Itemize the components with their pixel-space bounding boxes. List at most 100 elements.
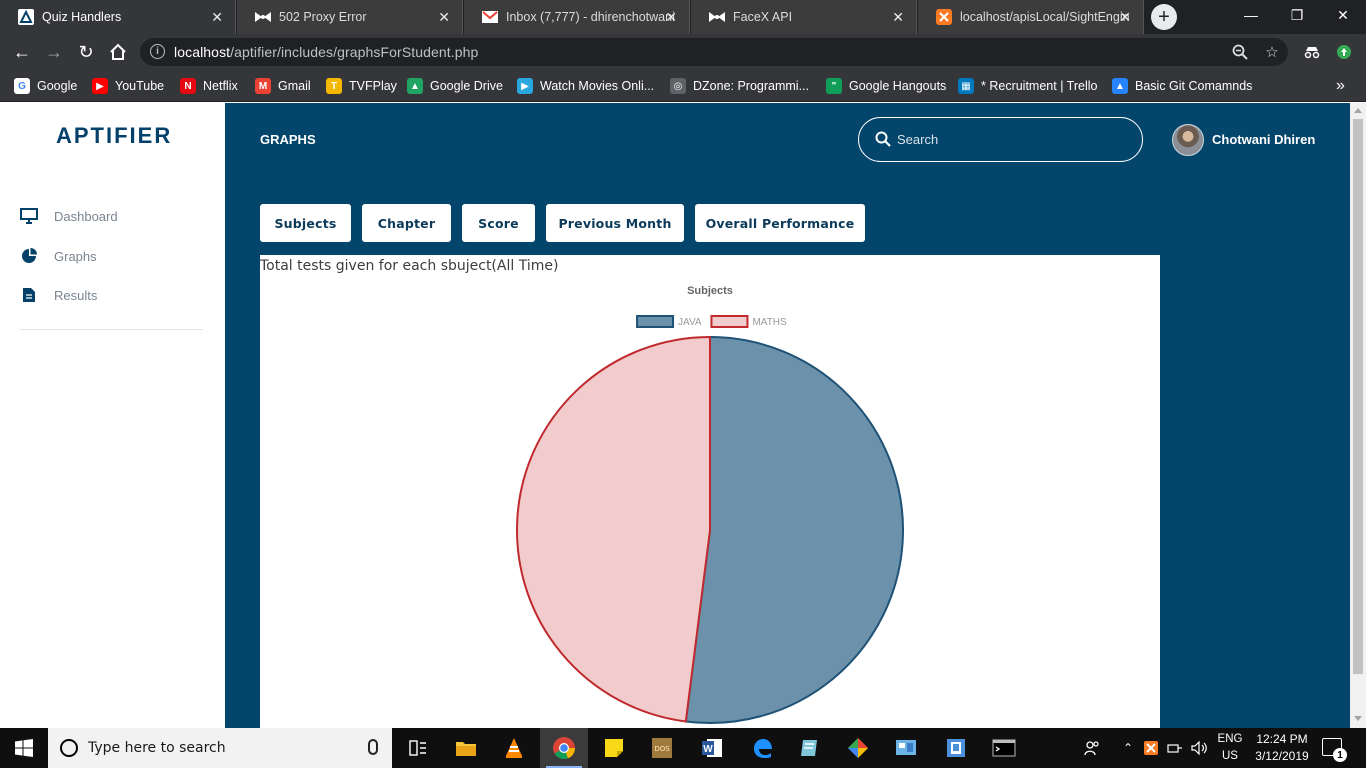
word-app[interactable]: W	[688, 728, 736, 768]
incognito-extension-button[interactable]	[1300, 40, 1324, 64]
system-clock[interactable]: 12:24 PM 3/12/2019	[1246, 731, 1318, 765]
incognito-icon	[1304, 47, 1320, 59]
taskbar-search[interactable]: Type here to search	[48, 728, 392, 768]
restore-button[interactable]: ❐	[1274, 0, 1320, 30]
main-content: GRAPHS Chotwani Dhiren Subjects Chapter …	[225, 103, 1350, 728]
browser-tab-strip: Quiz Handlers ✕ 502 Proxy Error ✕ Inbox …	[0, 0, 1366, 34]
edge-icon	[754, 739, 772, 758]
reload-button[interactable]: ↻	[74, 40, 98, 64]
sidebar-divider	[20, 329, 203, 330]
previous-month-button[interactable]: Previous Month	[546, 204, 684, 242]
sidebar-item-graphs[interactable]: Graphs	[20, 244, 97, 268]
page-scrollbar[interactable]	[1350, 103, 1366, 728]
chapter-button[interactable]: Chapter	[362, 204, 451, 242]
scroll-thumb[interactable]	[1353, 119, 1363, 674]
network-icon	[1167, 744, 1182, 753]
tab-facex-api[interactable]: FaceX API ✕	[691, 0, 917, 34]
bookmark-google-hangouts[interactable]: " Google Hangouts	[826, 70, 946, 102]
sidebar-item-dashboard[interactable]: Dashboard	[20, 204, 118, 228]
language-indicator[interactable]: ENG US	[1214, 731, 1246, 765]
xampp-tray-button[interactable]	[1140, 728, 1162, 768]
file-explorer-app[interactable]	[442, 728, 490, 768]
command-prompt-app[interactable]	[980, 728, 1028, 768]
bowtie-icon	[255, 9, 271, 25]
tab-localhost-sightengine[interactable]: localhost/apisLocal/SightEngin ✕	[918, 0, 1144, 34]
task-view-button[interactable]	[394, 728, 442, 768]
bookmark-recruitment-trello[interactable]: ▦ * Recruitment | Trello	[958, 70, 1097, 102]
zoom-icon[interactable]	[1230, 42, 1250, 62]
legend-swatch-maths[interactable]	[710, 315, 749, 328]
bookmark-google[interactable]: G Google	[14, 70, 77, 102]
overall-performance-button[interactable]: Overall Performance	[695, 204, 865, 242]
info-icon[interactable]: i	[150, 44, 165, 59]
tab-title: 502 Proxy Error	[279, 10, 367, 24]
bookmark-dzone-programmi[interactable]: ◎ DZone: Programmi...	[670, 70, 809, 102]
pie-slice-maths[interactable]	[516, 336, 711, 723]
volume-button[interactable]	[1188, 728, 1212, 768]
tab-502-proxy-error[interactable]: 502 Proxy Error ✕	[237, 0, 463, 34]
windows-logo-icon	[15, 739, 33, 757]
aptifier-logo-icon	[18, 9, 34, 25]
microphone-icon[interactable]	[368, 739, 378, 755]
close-icon[interactable]: ✕	[1119, 9, 1131, 26]
scroll-down-icon[interactable]	[1354, 716, 1362, 721]
app-logo[interactable]: APTIFIER	[56, 123, 172, 149]
legend-swatch-java[interactable]	[636, 315, 675, 328]
dosbox-app[interactable]: DOS	[638, 728, 686, 768]
plus-icon: +	[1158, 6, 1170, 28]
new-tab-button[interactable]: +	[1151, 4, 1177, 30]
control-panel-app[interactable]	[882, 728, 930, 768]
play-circle-icon: ▶	[517, 78, 533, 94]
forward-button[interactable]: →	[42, 40, 66, 64]
generic-app[interactable]	[932, 728, 980, 768]
bookmark-netflix[interactable]: N Netflix	[180, 70, 238, 102]
hangouts-icon: "	[826, 78, 842, 94]
score-button[interactable]: Score	[462, 204, 535, 242]
avatar[interactable]	[1172, 124, 1204, 156]
scroll-up-icon[interactable]	[1354, 108, 1362, 113]
sidebar-item-label: Results	[54, 287, 98, 303]
bookmark-label: Google	[37, 79, 78, 93]
sticky-notes-app[interactable]	[590, 728, 638, 768]
bookmark-basic-git-comamnds[interactable]: ▲ Basic Git Comamnds	[1112, 70, 1252, 102]
tab-quiz-handlers[interactable]: Quiz Handlers ✕	[0, 0, 236, 34]
close-icon[interactable]: ✕	[665, 9, 677, 26]
search-box[interactable]	[858, 117, 1143, 162]
notes-app[interactable]	[786, 728, 834, 768]
edge-app[interactable]	[738, 728, 786, 768]
people-button[interactable]	[1080, 728, 1104, 768]
close-icon[interactable]: ✕	[892, 9, 904, 26]
tab-gmail-inbox[interactable]: Inbox (7,777) - dhirenchotwani ✕	[464, 0, 690, 34]
close-window-button[interactable]: ✕	[1320, 0, 1366, 30]
cortana-icon	[60, 739, 78, 757]
home-button[interactable]	[106, 40, 130, 64]
user-name[interactable]: Chotwani Dhiren	[1212, 132, 1315, 147]
minimize-button[interactable]: —	[1228, 0, 1274, 30]
tab-title: Inbox (7,777) - dhirenchotwani	[506, 10, 675, 24]
pie-slice-java[interactable]	[684, 336, 904, 724]
more-bookmarks-button[interactable]: »	[1336, 70, 1345, 102]
git-app[interactable]	[834, 728, 882, 768]
extension-button[interactable]	[1332, 40, 1356, 64]
sidebar-item-results[interactable]: Results	[20, 283, 97, 307]
star-icon[interactable]: ☆	[1262, 42, 1282, 62]
speaker-icon	[1191, 741, 1207, 755]
close-icon[interactable]: ✕	[211, 9, 223, 26]
back-button[interactable]: ←	[10, 40, 34, 64]
chrome-app[interactable]	[540, 728, 588, 768]
close-icon[interactable]: ✕	[438, 9, 450, 26]
start-button[interactable]	[0, 728, 48, 768]
vlc-app[interactable]	[490, 728, 538, 768]
show-hidden-icons-button[interactable]: ⌃	[1119, 728, 1137, 768]
bookmark-gmail[interactable]: M Gmail	[255, 70, 311, 102]
network-button[interactable]	[1164, 728, 1186, 768]
bookmark-youtube[interactable]: ▶ YouTube	[92, 70, 164, 102]
bookmark-tvfplay[interactable]: T TVFPlay	[326, 70, 397, 102]
search-input[interactable]	[897, 128, 1127, 150]
subjects-button[interactable]: Subjects	[260, 204, 351, 242]
bookmark-watch-movies-onli[interactable]: ▶ Watch Movies Onli...	[517, 70, 654, 102]
address-bar[interactable]: i localhost/aptifier/includes/graphsForS…	[140, 38, 1288, 66]
bookmark-google-drive[interactable]: ▲ Google Drive	[407, 70, 503, 102]
bookmark-label: Netflix	[203, 79, 238, 93]
chart-title: Subjects	[687, 285, 733, 297]
